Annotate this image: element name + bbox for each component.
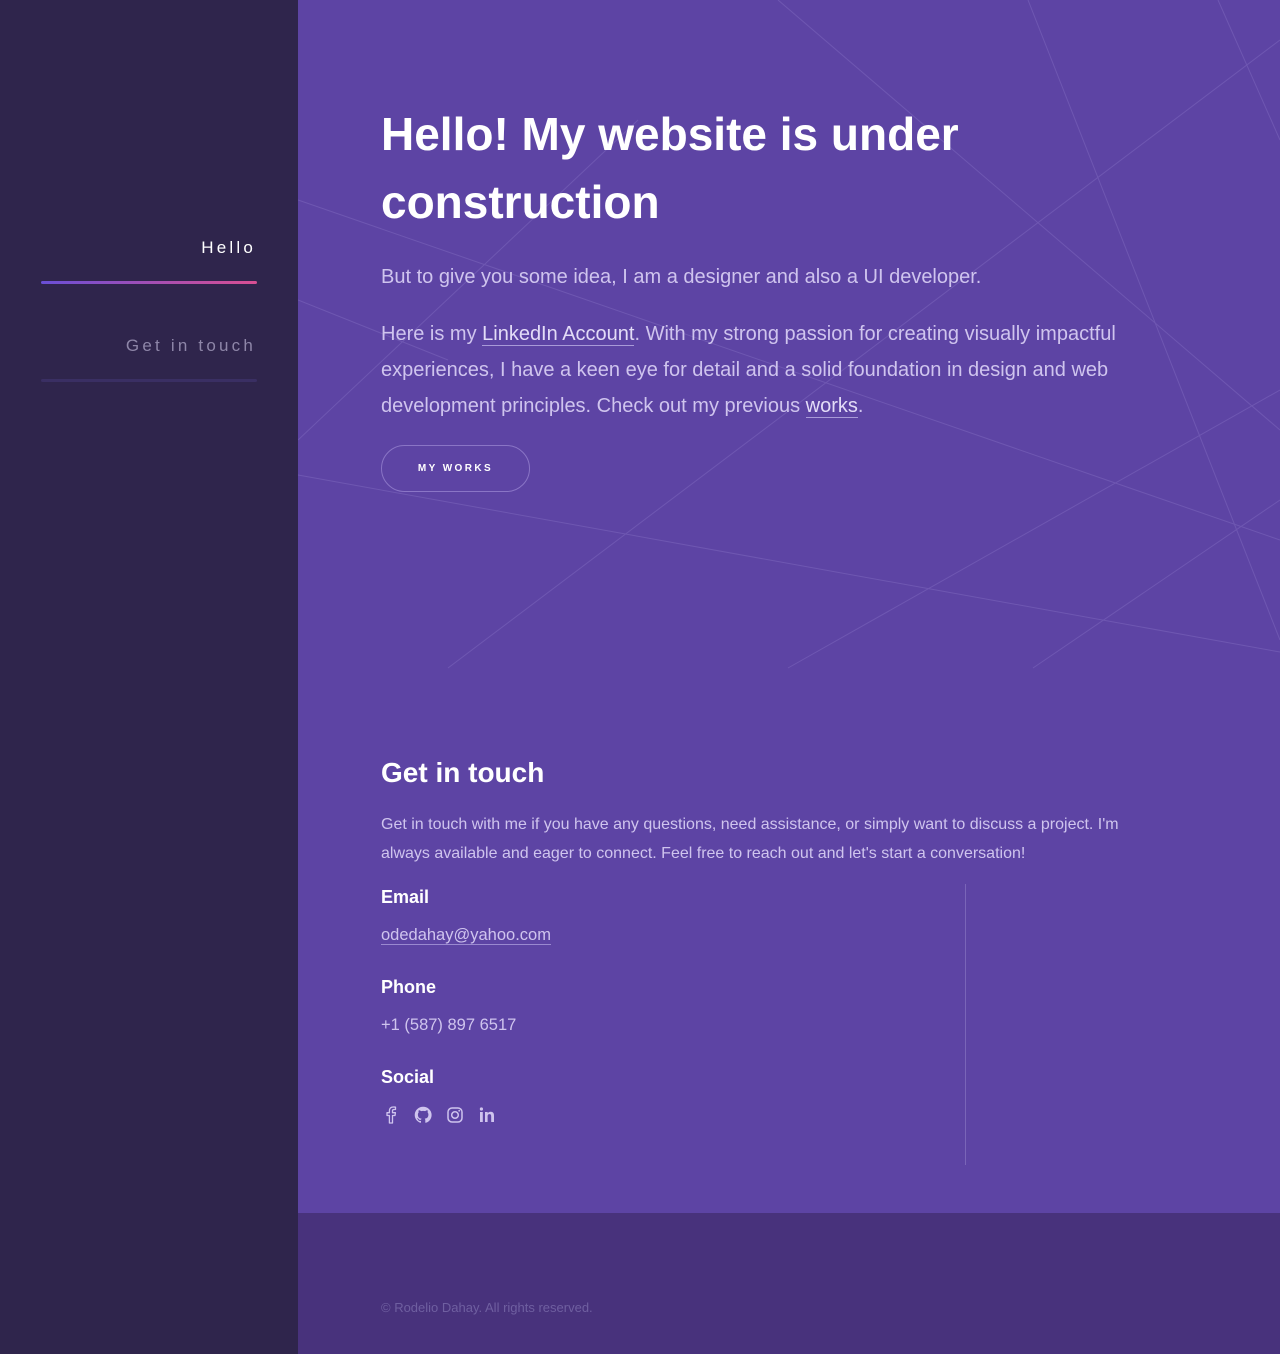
contact-divider xyxy=(965,884,966,1165)
main-content: Hello! My website is under construction … xyxy=(298,0,1280,1213)
sidebar-nav: Hello Get in touch xyxy=(0,0,298,1354)
intro-text: But to give you some idea, I am a design… xyxy=(381,266,982,288)
page-footer: © Rodelio Dahay. All rights reserved. xyxy=(298,1213,1280,1354)
contact-title: Get in touch xyxy=(381,757,545,788)
works-link[interactable]: works xyxy=(805,395,858,418)
contact-description: Get in touch with me if you have any que… xyxy=(381,816,1119,862)
github-icon[interactable] xyxy=(413,1105,433,1125)
bio-text: Here is my LinkedIn Account. With my str… xyxy=(381,316,1161,424)
facebook-icon[interactable] xyxy=(381,1105,401,1125)
active-indicator-bar xyxy=(41,281,257,284)
page-title: Hello! My website is under construction xyxy=(381,108,959,228)
phone-heading: Phone xyxy=(381,977,437,997)
instagram-icon[interactable] xyxy=(445,1105,465,1125)
sidebar-item-label: Get in touch xyxy=(125,336,256,355)
email-link[interactable]: odedahay@yahoo.com xyxy=(381,926,551,945)
bio-prefix: Here is my xyxy=(381,323,483,345)
bio-suffix: . xyxy=(857,395,864,417)
linkedin-link[interactable]: LinkedIn Account xyxy=(482,323,635,346)
email-heading: Email xyxy=(381,887,430,907)
my-works-button[interactable]: MY WORKS xyxy=(381,445,530,492)
sidebar-item-get-in-touch[interactable]: Get in touch xyxy=(41,336,257,382)
inactive-indicator-bar xyxy=(41,379,257,382)
email-value: odedahay@yahoo.com xyxy=(381,926,551,945)
sidebar-item-hello[interactable]: Hello xyxy=(41,238,257,284)
sidebar-item-label: Hello xyxy=(201,238,256,257)
social-heading: Social xyxy=(381,1067,435,1087)
phone-value: +1 (587) 897 6517 xyxy=(381,1016,517,1034)
linkedin-icon[interactable] xyxy=(477,1105,497,1125)
copyright-text: © Rodelio Dahay. All rights reserved. xyxy=(381,1300,593,1315)
social-links xyxy=(381,1105,497,1125)
